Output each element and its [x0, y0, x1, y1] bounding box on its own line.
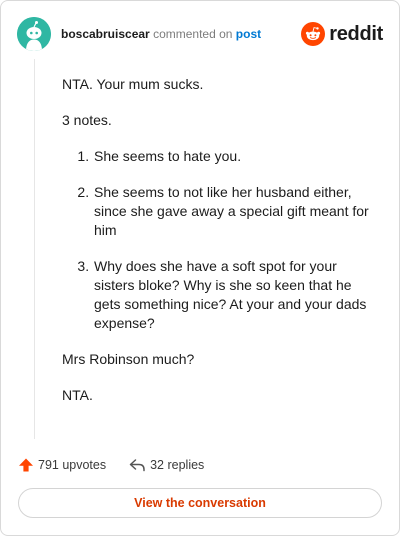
replies-count: 32 replies — [150, 458, 205, 472]
comment-list: She seems to hate you. She seems to not … — [62, 147, 372, 333]
upvote-arrow-icon — [19, 458, 33, 472]
comment-body: NTA. Your mum sucks. 3 notes. She seems … — [62, 75, 372, 422]
avatar[interactable] — [17, 17, 51, 51]
list-item: She seems to not like her husband either… — [93, 183, 372, 240]
upvotes-stat[interactable]: 791 upvotes — [18, 457, 106, 473]
reddit-brand[interactable]: reddit — [301, 22, 383, 46]
reply-arrow-icon — [129, 459, 145, 472]
view-conversation-button[interactable]: View the conversation — [18, 488, 382, 518]
comment-header: boscabruiscear commented on post reddit — [17, 17, 383, 51]
list-item: Why does she have a soft spot for your s… — [93, 257, 372, 333]
thread-line — [34, 59, 35, 439]
header-text: boscabruiscear commented on post — [61, 27, 261, 41]
upvotes-count: 791 upvotes — [38, 458, 107, 472]
comment-paragraph: NTA. — [62, 387, 93, 403]
replies-stat[interactable]: 32 replies — [128, 457, 204, 473]
username[interactable]: boscabruiscear — [61, 27, 150, 41]
comment-paragraph: 3 notes. — [62, 112, 112, 128]
comment-paragraph: NTA. Your mum sucks. — [62, 76, 204, 92]
comment-footer: 791 upvotes 32 replies — [18, 455, 204, 475]
reddit-wordmark: reddit — [329, 22, 383, 45]
comment-paragraph: Mrs Robinson much? — [62, 351, 195, 367]
post-link[interactable]: post — [236, 27, 261, 41]
list-item: She seems to hate you. — [93, 147, 372, 166]
embed-card: boscabruiscear commented on post reddit … — [0, 0, 400, 536]
commented-on-label: commented on — [153, 27, 233, 41]
reddit-logo-icon — [301, 22, 326, 46]
